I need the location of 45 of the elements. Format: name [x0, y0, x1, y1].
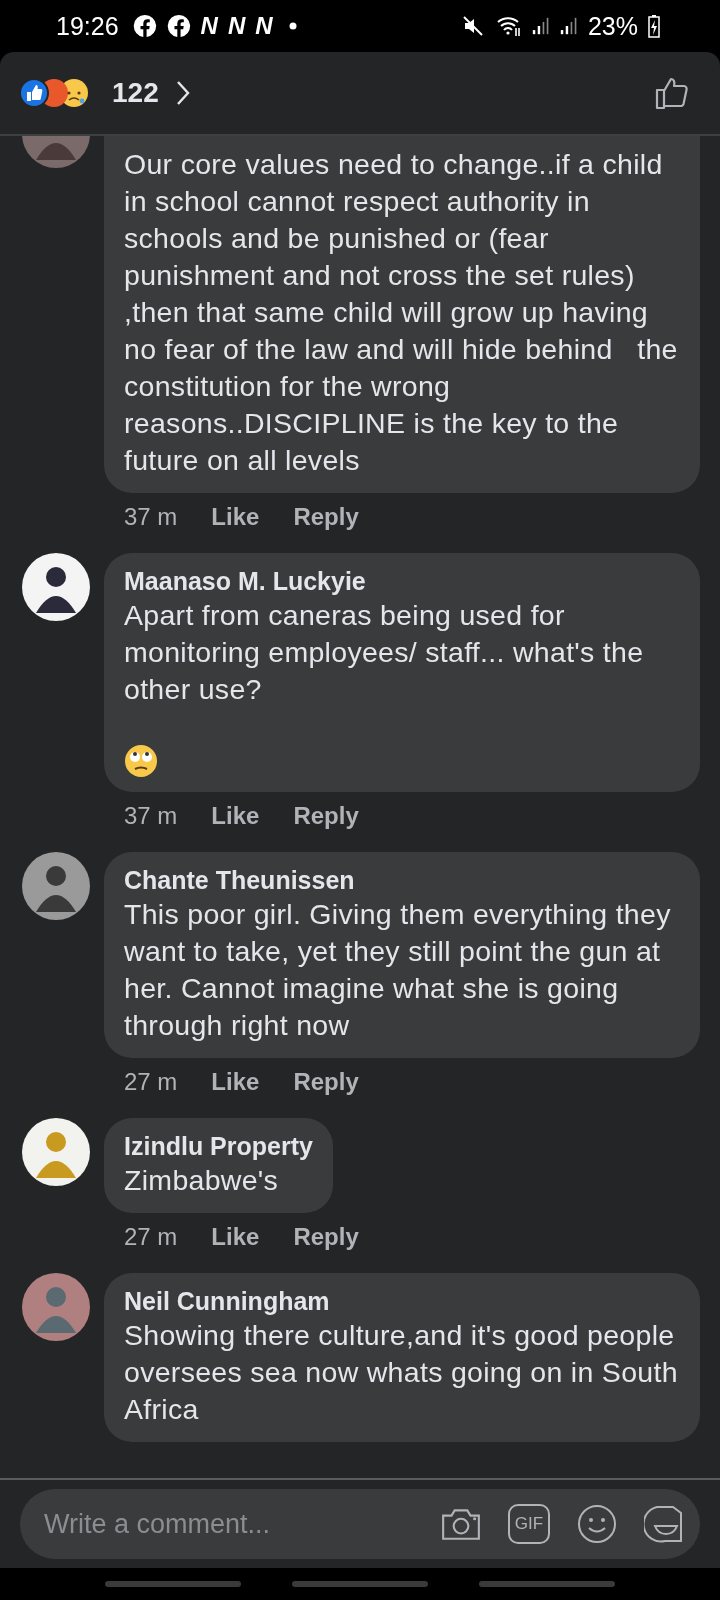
reply-link[interactable]: Reply [293, 802, 359, 830]
notification-icon: N [255, 12, 273, 40]
like-link[interactable]: Like [211, 802, 260, 830]
like-icon[interactable] [654, 75, 690, 111]
wifi-icon [495, 14, 522, 38]
notification-icon: N [200, 12, 218, 40]
battery-percent: 23% [587, 11, 638, 41]
notification-icon: N [227, 12, 246, 40]
gif-button[interactable]: GIF [508, 1504, 550, 1544]
battery-charging-icon [648, 14, 660, 38]
signal-icon [559, 15, 578, 37]
comment-text: Showing there culture,and it's good people oversees sea now whats going on in South Africa [124, 1318, 679, 1427]
commenter-name[interactable]: Maanaso M. Luckyie [124, 565, 366, 597]
comment-text: Apart from caneras being used for monitoring employees/ staff... what's the other use? [124, 598, 645, 707]
like-link[interactable]: Like [211, 1068, 260, 1096]
avatar[interactable] [22, 553, 90, 621]
status-time: 19:26 [56, 11, 119, 41]
smiley-icon[interactable] [576, 1504, 618, 1544]
reaction-count[interactable]: 122 [112, 77, 159, 109]
comment-text: Our core values need to change..if a child in school cannot respect authority in schools and be punished or (fear punishment and not cross the set rules) ,then that same child will grow up having no fear of the law and will hide behind the constitution for the wrong reasons..DISCIPLINE is the key to the future on all levels [124, 147, 679, 478]
eye-roll-emoji-icon [124, 744, 158, 778]
commenter-name[interactable]: Neil Cunningham [124, 1285, 330, 1317]
facebook-icon [132, 14, 157, 38]
signal-icon [531, 15, 550, 37]
like-link[interactable]: Like [211, 1223, 260, 1251]
commenter-name[interactable]: Izindlu Property [124, 1130, 313, 1162]
commenter-name[interactable]: Chante Theunissen [124, 864, 355, 896]
comment-time: 37 m [124, 802, 178, 830]
like-link[interactable]: Like [211, 503, 260, 531]
reply-link[interactable]: Reply [293, 503, 359, 531]
comment-text: Zimbabwe's [124, 1163, 279, 1198]
comment-text: This poor girl. Giving them everything they want to take, yet they still point the gun at her. Cannot imagine what she is going through right now [124, 897, 672, 1043]
comment-time: 27 m [124, 1223, 178, 1251]
nav-handle[interactable] [292, 1581, 428, 1587]
nav-handle[interactable] [478, 1581, 615, 1587]
facebook-icon [166, 14, 191, 38]
reply-link[interactable]: Reply [293, 1223, 359, 1251]
comment-field[interactable]: Write a comment... GIF [20, 1489, 700, 1559]
reply-link[interactable]: Reply [293, 1068, 359, 1096]
avatar[interactable] [22, 1118, 90, 1186]
nav-handle[interactable] [105, 1581, 242, 1587]
comment-time: 37 m [124, 503, 178, 531]
more-notifications-icon [288, 22, 297, 30]
chevron-right-icon[interactable] [174, 79, 191, 107]
comment-time: 27 m [124, 1068, 178, 1096]
